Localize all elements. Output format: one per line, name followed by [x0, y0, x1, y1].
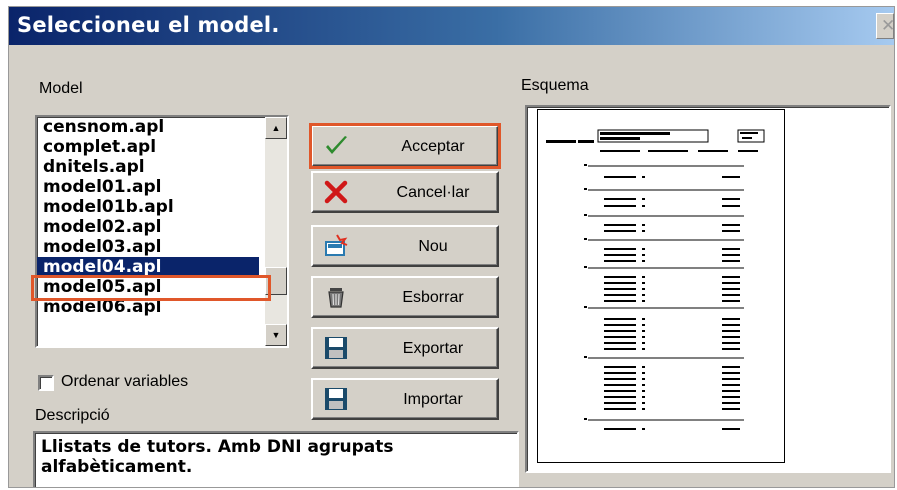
model-list-item[interactable]: complet.apl [37, 137, 259, 157]
sort-variables-label[interactable]: Ordenar variables [61, 373, 188, 391]
description-textbox[interactable]: Llistats de tutors. Amb DNI agrupats alf… [33, 431, 519, 487]
new-button[interactable]: Nou [311, 225, 499, 267]
accept-button[interactable]: Acceptar [309, 123, 501, 169]
report-layout-thumbnail [537, 109, 785, 463]
export-button-label: Exportar [402, 340, 464, 357]
model-list-item[interactable]: model03.apl [37, 237, 259, 257]
dialog-window: Seleccioneu el model. ✕ Model censnom.ap… [8, 6, 895, 488]
model-list-item[interactable]: censnom.apl [37, 117, 259, 137]
delete-button[interactable]: Esborrar [311, 276, 499, 318]
description-text: Llistats de tutors. Amb DNI agrupats alf… [41, 437, 394, 477]
cancel-button-label: Cancel·lar [396, 184, 470, 201]
delete-button-label: Esborrar [402, 289, 464, 306]
title-bar[interactable]: Seleccioneu el model. ✕ [9, 7, 894, 45]
import-button[interactable]: Importar [311, 378, 499, 420]
scroll-down-arrow-icon[interactable]: ▼ [265, 324, 287, 346]
model-list-item[interactable]: model04.apl [37, 257, 259, 277]
checkmark-icon [326, 136, 347, 154]
export-button[interactable]: Exportar [311, 327, 499, 369]
model-list-item[interactable]: model01.apl [37, 177, 259, 197]
close-button[interactable]: ✕ [876, 13, 894, 39]
cross-icon [324, 180, 348, 204]
floppy-disk-icon [325, 337, 347, 359]
new-document-icon [325, 234, 348, 256]
scroll-up-arrow-icon[interactable]: ▲ [265, 117, 287, 139]
floppy-disk-icon [325, 388, 347, 410]
description-label: Descripció [35, 407, 110, 424]
report-layout-drawing [546, 129, 765, 430]
model-label: Model [39, 80, 83, 97]
model-list-item[interactable]: dnitels.apl [37, 157, 259, 177]
import-button-label: Importar [403, 391, 463, 408]
schema-label: Esquema [521, 77, 589, 94]
accept-button-label: Acceptar [401, 138, 465, 155]
cancel-button[interactable]: Cancel·lar [311, 171, 499, 213]
model-list-item[interactable]: model01b.apl [37, 197, 259, 217]
model-list-scrollbar[interactable]: ▲ ▼ [265, 117, 287, 346]
schema-preview [525, 105, 891, 473]
model-list-item[interactable]: model02.apl [37, 217, 259, 237]
sort-variables-checkbox[interactable] [38, 375, 54, 391]
window-title: Seleccioneu el model. [17, 13, 280, 37]
close-icon: ✕ [881, 16, 894, 36]
selection-highlight-outline [31, 275, 271, 301]
new-button-label: Nou [418, 238, 448, 255]
trash-icon [328, 288, 344, 308]
model-listbox[interactable]: censnom.apl complet.apl dnitels.apl model01… [35, 115, 289, 348]
